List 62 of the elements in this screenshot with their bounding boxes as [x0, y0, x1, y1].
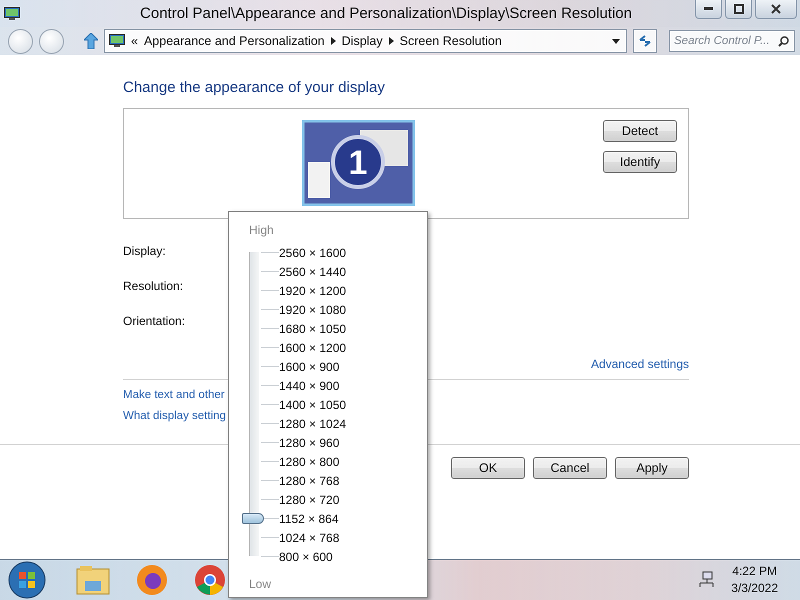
monitor-icon — [109, 34, 125, 48]
browser-icon[interactable] — [194, 564, 226, 596]
minimize-button[interactable] — [695, 0, 722, 19]
resolution-option[interactable]: 2560 × 1440 — [279, 264, 346, 278]
field-label: Resolution: — [123, 278, 184, 294]
dialog-button[interactable]: OK — [451, 457, 525, 479]
help-link[interactable]: What display setting — [123, 410, 226, 422]
start-button[interactable] — [8, 561, 46, 599]
breadcrumb[interactable]: Display — [342, 34, 383, 48]
refresh-button[interactable] — [633, 29, 657, 53]
field-label: Display: — [123, 242, 166, 260]
dialog-button[interactable]: Cancel — [533, 457, 607, 479]
dropdown-caret-icon[interactable] — [612, 38, 620, 44]
network-icon[interactable] — [697, 571, 716, 589]
search-field[interactable]: Search Control P... — [669, 30, 795, 52]
resolution-option[interactable]: 1680 × 1050 — [279, 322, 346, 336]
resolution-option[interactable]: 1920 × 1200 — [279, 284, 346, 298]
breadcrumb[interactable]: Screen Resolution — [400, 34, 502, 48]
advanced-settings-link[interactable]: Advanced settings — [590, 357, 689, 371]
preview-button[interactable]: Detect — [603, 120, 677, 142]
monitor-drawing[interactable]: 1 — [302, 120, 415, 206]
resolution-option[interactable]: 1152 × 864 — [279, 512, 339, 526]
resolution-option[interactable]: 1920 × 1080 — [279, 302, 346, 316]
preview-button[interactable]: Identify — [603, 151, 677, 173]
clock[interactable]: 4:22 PM 3/3/2022 — [731, 563, 778, 597]
slider-high-label: High — [249, 223, 274, 237]
breadcrumb[interactable]: Appearance and Personalization — [144, 34, 325, 48]
resolution-option[interactable]: 1400 × 1050 — [279, 398, 346, 412]
resolution-option[interactable]: 1440 × 900 — [279, 378, 340, 392]
monitor-icon[interactable] — [4, 6, 20, 20]
refresh-icon — [638, 35, 652, 47]
restore-button[interactable] — [725, 0, 752, 19]
page-heading: Change the appearance of your display — [123, 79, 386, 96]
window-title: Control Panel\Appearance and Personalization\Display\Screen Resolution — [139, 5, 633, 22]
resolution-option[interactable]: 2560 × 1600 — [279, 246, 346, 260]
clock-date: 3/3/2022 — [731, 580, 778, 597]
field-label: Orientation: — [123, 312, 186, 330]
resolution-option[interactable]: 1600 × 1200 — [279, 340, 346, 354]
breadcrumb-overflow[interactable]: « — [131, 34, 138, 48]
resolution-option[interactable]: 1024 × 768 — [279, 530, 340, 544]
help-link[interactable]: Make text and other — [123, 389, 225, 401]
search-icon[interactable] — [778, 36, 789, 47]
resolution-option[interactable]: 1280 × 768 — [279, 474, 340, 488]
resolution-option[interactable]: 1600 × 900 — [279, 360, 340, 374]
chevron-icon[interactable] — [330, 37, 336, 45]
address-bar[interactable]: « Appearance and Personalization Display Screen Resolution — [104, 29, 627, 53]
resolution-option[interactable]: 1280 × 960 — [279, 436, 340, 450]
resolution-option[interactable]: 1280 × 720 — [279, 492, 340, 506]
slider-thumb[interactable] — [242, 513, 264, 524]
up-arrow-icon[interactable] — [84, 33, 98, 49]
resolution-option[interactable]: 1280 × 800 — [279, 454, 340, 468]
minimize-icon — [704, 7, 713, 11]
browser-icon[interactable] — [136, 564, 168, 596]
clock-time: 4:22 PM — [732, 563, 777, 580]
slider-low-label: Low — [249, 577, 272, 591]
restore-icon — [734, 4, 744, 14]
resolution-option[interactable]: 800 × 600 — [279, 550, 333, 564]
dialog-button[interactable]: Apply — [615, 457, 689, 479]
chevron-icon[interactable] — [388, 37, 394, 45]
resolution-option[interactable]: 1280 × 1024 — [279, 416, 346, 430]
close-icon — [771, 4, 781, 14]
close-button[interactable] — [755, 0, 797, 19]
